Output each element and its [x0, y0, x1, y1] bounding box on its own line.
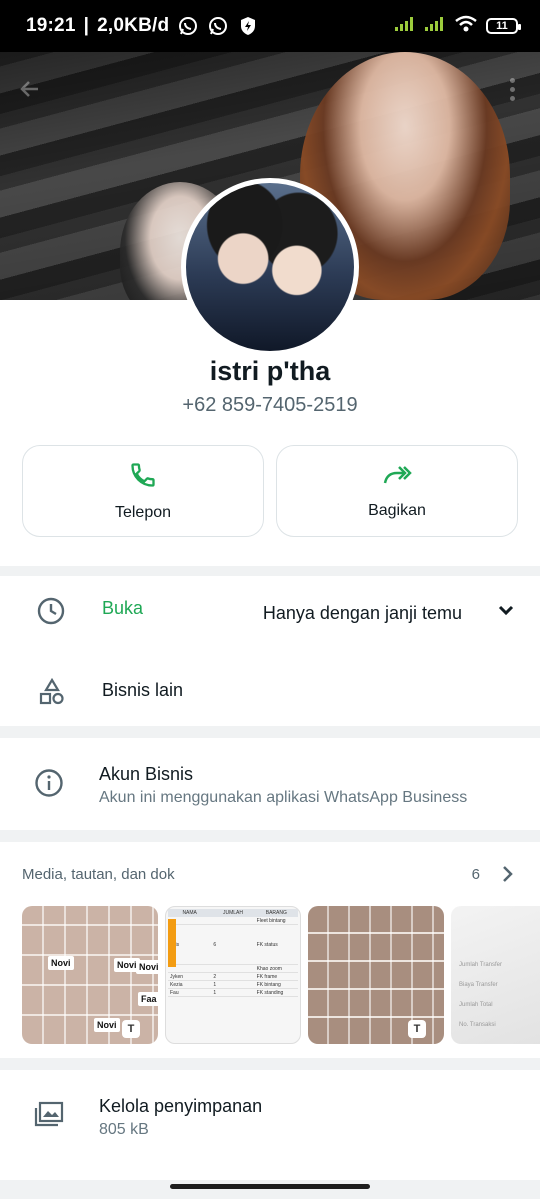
call-label: Telepon: [114, 503, 172, 521]
order-table: NAMA JUMLAH BARANG Fleet bintang hois6FK…: [168, 909, 298, 1041]
table-cell: FK frame: [256, 973, 278, 980]
media-thumb-photocards-1[interactable]: Novi Novi Novi Faa Novi T: [22, 906, 158, 1044]
receipt-line: No. Transaksi: [459, 1022, 496, 1028]
more-options-icon[interactable]: [510, 78, 516, 101]
table-header-cell: NAMA: [182, 910, 197, 916]
text-badge: T: [122, 1020, 140, 1038]
table-cell: FK status: [256, 941, 278, 948]
table-cell: 1: [213, 989, 217, 996]
business-account-section[interactable]: Akun Bisnis Akun ini menggunakan aplikas…: [0, 738, 540, 830]
battery-level: 11: [496, 20, 508, 32]
table-cell: 2: [213, 973, 217, 980]
share-label: Bagikan: [368, 501, 426, 519]
status-speed: 2,0KB/d: [97, 15, 170, 36]
media-thumb-receipt[interactable]: Jumlah Transfer Biaya Transfer Jumlah To…: [451, 906, 540, 1044]
storage-folder-icon: [34, 1100, 64, 1133]
table-header-cell: BARANG: [265, 910, 287, 916]
sticker-label: Novi: [136, 960, 158, 974]
business-hours-section: Buka Hanya dengan janji temu Bisnis lain: [0, 576, 540, 726]
receipt-line: Jumlah Total: [459, 1002, 493, 1008]
media-thumb-photocards-2[interactable]: T: [308, 906, 444, 1044]
table-cell: Jyken: [170, 973, 184, 980]
storage-title: Kelola penyimpanan: [99, 1096, 263, 1116]
phone-icon: [129, 461, 157, 494]
profile-avatar[interactable]: [181, 178, 359, 356]
status-bar: 19:21 | 2,0KB/d 11: [0, 0, 540, 52]
status-time: 19:21: [26, 15, 76, 36]
table-header: NAMA JUMLAH BARANG: [168, 909, 298, 917]
chevron-right-icon[interactable]: [500, 864, 516, 889]
table-cell: Fau: [170, 989, 179, 996]
table-cell: 6: [213, 941, 217, 948]
contact-name: istri p'tha: [209, 356, 331, 386]
media-count[interactable]: 6: [472, 866, 480, 883]
wifi-icon: [454, 15, 478, 38]
whatsapp-icon: [177, 15, 199, 37]
table-row: Fau 1 FK standing: [168, 989, 298, 997]
status-left: 19:21 | 2,0KB/d: [26, 15, 259, 37]
back-arrow-icon[interactable]: [18, 76, 42, 108]
signal-2-icon: [424, 16, 446, 37]
media-thumb-table[interactable]: NAMA JUMLAH BARANG Fleet bintang hois6FK…: [165, 906, 301, 1044]
shapes-icon: [38, 677, 66, 711]
business-account-subtitle: Akun ini menggunakan aplikasi WhatsApp B…: [99, 789, 468, 806]
gesture-nav-bar[interactable]: [170, 1184, 370, 1189]
status-right: 11: [394, 15, 521, 38]
table-cell: FK standing: [256, 989, 284, 996]
share-button[interactable]: Bagikan: [276, 445, 518, 537]
media-section: Media, tautan, dan dok 6 Novi Novi Novi …: [0, 842, 540, 1058]
table-cell: 1: [213, 981, 217, 988]
signal-icon: [394, 16, 416, 37]
whatsapp-business-icon: [207, 15, 229, 37]
hours-description: Hanya dengan janji temu: [262, 603, 462, 623]
other-business-link[interactable]: Bisnis lain: [102, 680, 183, 701]
receipt-line: Jumlah Transfer: [459, 962, 503, 968]
table-cell: Khao zoom: [256, 965, 282, 972]
table-row: Fleet bintang: [168, 917, 298, 925]
open-status: Buka: [102, 598, 144, 618]
table-row: Jyken 2 FK frame: [168, 973, 298, 981]
table-row: hois6FK status: [168, 925, 298, 965]
table-cell: Kezia: [170, 981, 183, 988]
business-account-title: Akun Bisnis: [99, 764, 194, 784]
table-cell: FK bintang: [256, 981, 281, 988]
status-separator: |: [83, 15, 90, 36]
table-highlight: [168, 919, 176, 967]
shield-bolt-icon: [237, 15, 259, 37]
media-title[interactable]: Media, tautan, dan dok: [22, 866, 175, 883]
info-icon: [34, 768, 64, 803]
battery-icon: 11: [486, 18, 521, 34]
receipt-line: Biaya Transfer: [459, 982, 498, 988]
text-badge: T: [408, 1020, 426, 1038]
chevron-down-icon[interactable]: [496, 600, 516, 625]
contact-phone: +62 859-7405-2519: [182, 394, 358, 416]
call-button[interactable]: Telepon: [22, 445, 264, 537]
clock-icon: [36, 596, 66, 631]
table-header-cell: JUMLAH: [222, 910, 243, 916]
sticker-label: Novi: [48, 956, 74, 970]
sticker-label: Faa: [138, 992, 158, 1006]
forward-icon: [382, 463, 412, 492]
media-thumbnails: Novi Novi Novi Faa Novi T NAMA JUMLAH BA…: [22, 906, 540, 1044]
storage-size: 805 kB: [99, 1121, 149, 1138]
sticker-label: Novi: [94, 1018, 120, 1032]
table-cell: Fleet bintang: [256, 917, 286, 924]
storage-section[interactable]: Kelola penyimpanan 805 kB: [0, 1070, 540, 1180]
table-row: Khao zoom: [168, 965, 298, 973]
table-row: Kezia 1 FK bintang: [168, 981, 298, 989]
